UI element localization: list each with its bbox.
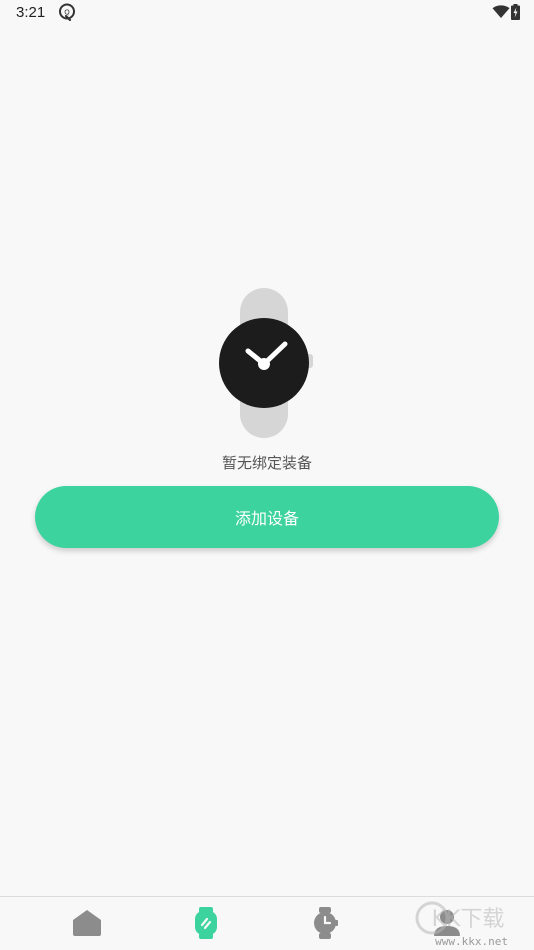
add-device-button[interactable]: 添加设备 bbox=[35, 486, 499, 548]
profile-icon bbox=[434, 910, 460, 936]
battery-charging-icon bbox=[511, 4, 520, 20]
status-time: 3:21 bbox=[16, 4, 46, 21]
q-notification-icon: Q bbox=[59, 3, 75, 21]
watch-clock-icon bbox=[314, 907, 338, 939]
empty-state-message: 暂无绑定装备 bbox=[221, 454, 312, 472]
nav-tab-home[interactable] bbox=[69, 905, 105, 941]
nav-tab-watch[interactable] bbox=[308, 905, 344, 941]
status-bar: 3:21 Q bbox=[0, 0, 534, 28]
svg-text:Q: Q bbox=[64, 9, 70, 17]
home-icon bbox=[73, 910, 101, 936]
device-screen: 3:21 Q 暂无绑定装备 添加设备 KK下载 www.kkx.net bbox=[0, 0, 534, 950]
device-icon bbox=[195, 907, 217, 939]
nav-tab-device[interactable] bbox=[188, 905, 224, 941]
watch-icon bbox=[219, 288, 313, 438]
watermark-url: www.kkx.net bbox=[435, 935, 508, 948]
wifi-icon bbox=[492, 5, 510, 18]
